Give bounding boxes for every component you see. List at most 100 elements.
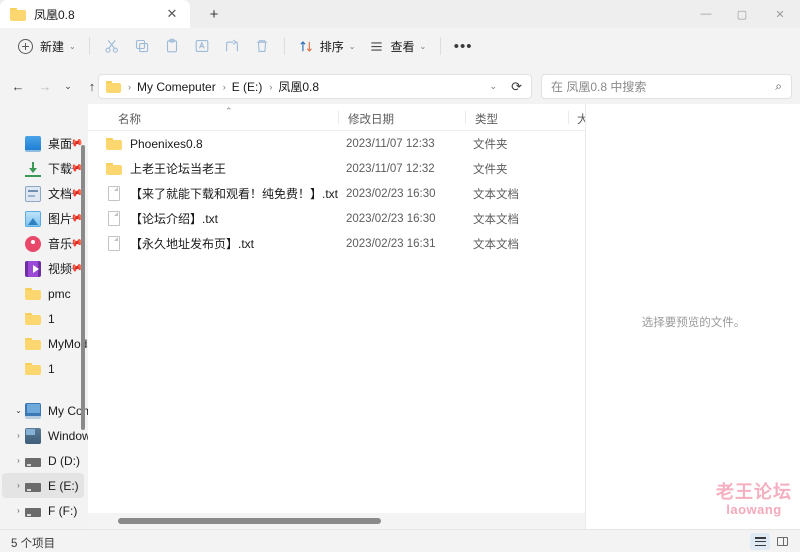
file-name: Phoenixes0.8	[130, 136, 203, 151]
file-date: 2023/02/23 16:31	[346, 237, 436, 250]
address-bar[interactable]: › My Comeputer › E (E:) › 凤凰0.8 ⌄ ⟳	[98, 74, 532, 99]
file-name: 【永久地址发布页】.txt	[130, 237, 255, 251]
cut-icon[interactable]	[97, 33, 127, 59]
tab-title: 凤凰0.8	[34, 7, 75, 22]
expand-chevron-icon[interactable]: ›	[12, 431, 25, 440]
column-header-type[interactable]: 类型	[475, 111, 498, 127]
sidebar-scrollbar[interactable]	[81, 145, 85, 430]
preview-pane: 选择要预览的文件。 老王论坛 laowang	[585, 104, 800, 529]
sidebar-item-视频[interactable]: 视频 📌	[0, 256, 88, 281]
file-name: 【来了就能下载和观看！纯免费！】.txt	[130, 187, 339, 201]
tree-item-ee[interactable]: › E (E:)	[2, 473, 84, 498]
close-tab-icon[interactable]: ✕	[164, 6, 180, 22]
preview-pane-button[interactable]	[772, 533, 792, 550]
folder-icon	[10, 7, 26, 21]
paste-icon[interactable]	[157, 33, 187, 59]
file-name: 上老王论坛当老王	[130, 162, 227, 176]
preview-pane-icon	[776, 537, 788, 546]
column-header-name[interactable]: 名称	[118, 111, 141, 127]
file-explorer-window: 凤凰0.8 ✕ + — ▢ ✕ 新建 ⌄ 排序 ⌄ 查看 ⌄ ••• ← → ⌄…	[0, 0, 800, 552]
new-button-label: 新建	[40, 39, 65, 54]
column-divider[interactable]	[465, 111, 466, 124]
divider	[440, 37, 442, 55]
sidebar-item-音乐[interactable]: 音乐 📌	[0, 231, 88, 256]
text-file-icon	[108, 186, 120, 201]
recent-locations-button[interactable]: ⌄	[56, 75, 80, 97]
back-button[interactable]: ←	[6, 75, 30, 97]
folder-icon	[25, 311, 41, 327]
breadcrumb-item-0[interactable]: My Comeputer	[137, 80, 216, 94]
divider	[283, 37, 285, 55]
drive-icon	[25, 508, 41, 517]
plus-icon	[18, 38, 33, 54]
table-row[interactable]: Phoenixes0.8 2023/11/07 12:33 文件夹	[88, 131, 585, 156]
breadcrumb-separator: ›	[222, 81, 226, 92]
file-date: 2023/11/07 12:32	[346, 162, 435, 175]
file-date: 2023/02/23 16:30	[346, 187, 436, 200]
sidebar-item-1[interactable]: 1	[0, 356, 88, 381]
sidebar-item-文档[interactable]: 文档 📌	[0, 181, 88, 206]
tree-item-mycome[interactable]: ⌄My Come	[0, 398, 88, 423]
documents-icon	[25, 185, 41, 202]
list-view-icon	[754, 537, 766, 546]
rename-icon[interactable]	[187, 33, 217, 59]
sort-ascending-icon: ⌃	[225, 106, 233, 116]
column-header-date[interactable]: 修改日期	[348, 111, 394, 127]
delete-icon[interactable]	[247, 33, 277, 59]
maximize-icon[interactable]: ▢	[724, 0, 760, 28]
more-options-icon[interactable]: •••	[448, 33, 478, 59]
close-window-icon[interactable]: ✕	[760, 0, 800, 28]
minimize-icon[interactable]: —	[688, 0, 724, 28]
tree-item-window[interactable]: › Window	[0, 423, 88, 448]
pictures-icon	[25, 210, 41, 227]
command-bar: 新建 ⌄ 排序 ⌄ 查看 ⌄ •••	[0, 28, 800, 64]
breadcrumb-item-2[interactable]: 凤凰0.8	[278, 78, 319, 95]
copy-icon[interactable]	[127, 33, 157, 59]
table-row[interactable]: 【永久地址发布页】.txt 2023/02/23 16:31 文本文档	[88, 231, 585, 256]
refresh-icon[interactable]: ⟳	[511, 79, 522, 95]
sidebar-item-1[interactable]: 1	[0, 306, 88, 331]
text-file-icon	[108, 211, 120, 226]
folder-icon	[106, 136, 122, 152]
expand-chevron-icon[interactable]: ›	[12, 506, 25, 515]
table-row[interactable]: 【论坛介绍】.txt 2023/02/23 16:30 文本文档	[88, 206, 585, 231]
windows-drive-icon	[25, 427, 41, 444]
column-divider[interactable]	[568, 111, 569, 124]
new-button[interactable]: 新建 ⌄	[12, 33, 82, 59]
new-tab-button[interactable]: +	[203, 4, 225, 25]
sidebar-item-mymods[interactable]: MyMods	[0, 331, 88, 356]
chevron-down-icon[interactable]: ⌄	[489, 81, 497, 92]
breadcrumb-item-1[interactable]: E (E:)	[232, 80, 263, 94]
download-icon	[25, 161, 41, 177]
sidebar-item-下载[interactable]: 下载 📌	[0, 156, 88, 181]
expand-chevron-icon[interactable]: ⌄	[12, 406, 25, 415]
this-pc-icon	[25, 402, 41, 419]
expand-chevron-icon[interactable]: ›	[12, 456, 25, 465]
sidebar-item-桌面[interactable]: 桌面 📌	[0, 131, 88, 156]
search-box[interactable]: 在 凤凰0.8 中搜索 ⌕	[541, 74, 792, 99]
expand-chevron-icon[interactable]: ›	[12, 481, 25, 490]
tree-item-label: E (E:)	[48, 478, 79, 493]
file-list-pane: 名称 ⌃ 修改日期 类型 大 Phoenixes0.8 2023/11/07 12…	[88, 104, 589, 529]
window-controls: — ▢ ✕	[688, 0, 800, 28]
search-input[interactable]: 在 凤凰0.8 中搜索	[551, 78, 646, 95]
search-icon: ⌕	[775, 79, 782, 93]
tree-item-label: F (F:)	[48, 503, 78, 518]
details-view-button[interactable]	[750, 533, 770, 550]
scrollbar-thumb[interactable]	[118, 518, 381, 524]
item-count-label: 5 个项目	[11, 538, 56, 550]
tree-item-ff[interactable]: › F (F:)	[0, 498, 88, 523]
sidebar-item-pmc[interactable]: pmc	[0, 281, 88, 306]
desktop-icon	[25, 135, 41, 152]
share-icon[interactable]	[217, 33, 247, 59]
tree-item-dd[interactable]: › D (D:)	[0, 448, 88, 473]
table-row[interactable]: 【来了就能下载和观看！纯免费！】.txt 2023/02/23 16:30 文本文档	[88, 181, 585, 206]
sort-button[interactable]: 排序 ⌄	[292, 33, 363, 59]
sidebar-item-图片[interactable]: 图片 📌	[0, 206, 88, 231]
tab-active[interactable]: 凤凰0.8 ✕	[0, 0, 190, 28]
table-row[interactable]: 上老王论坛当老王 2023/11/07 12:32 文件夹	[88, 156, 585, 181]
column-divider[interactable]	[338, 111, 339, 124]
view-button[interactable]: 查看 ⌄	[362, 33, 433, 59]
forward-button[interactable]: →	[33, 75, 57, 97]
horizontal-scrollbar[interactable]	[88, 513, 585, 529]
